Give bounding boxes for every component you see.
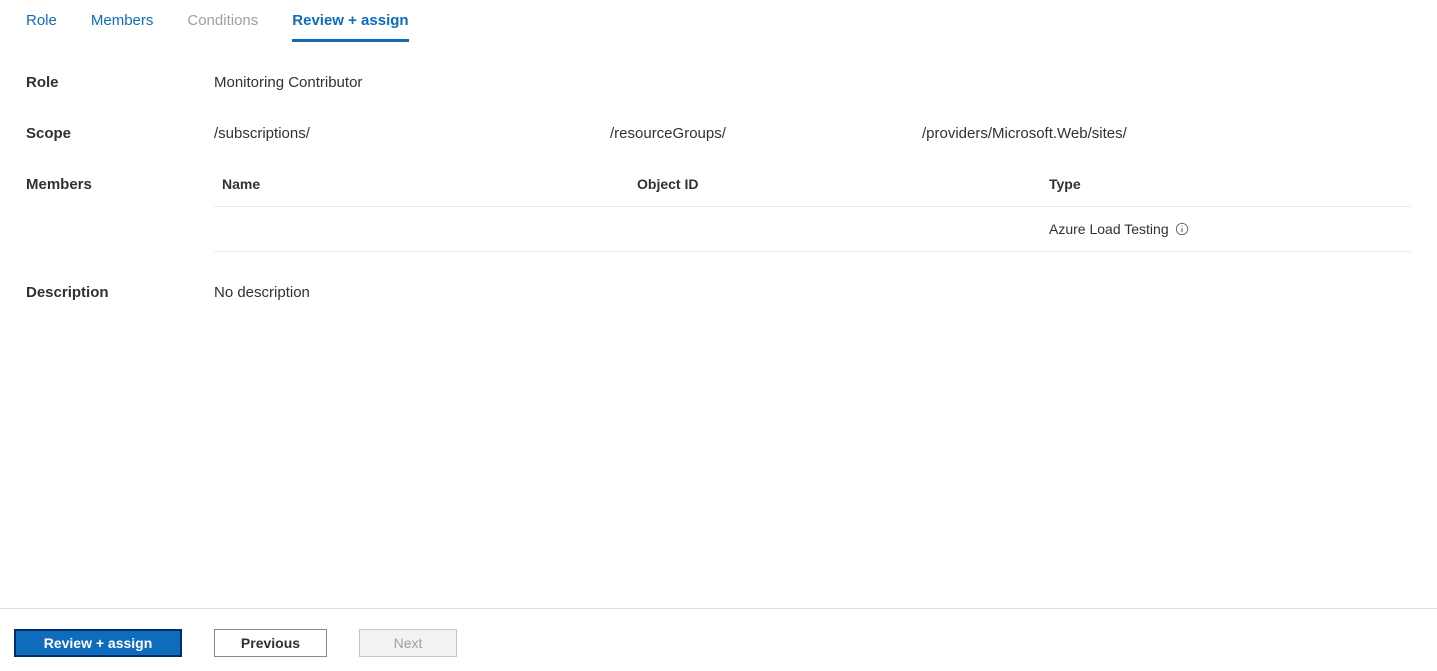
- members-col-type: Type: [1049, 176, 1081, 192]
- scope-field: Scope /subscriptions/ /resourceGroups/ /…: [26, 125, 1411, 142]
- members-col-name: Name: [222, 176, 637, 192]
- description-value: No description: [214, 284, 1411, 301]
- info-icon[interactable]: [1175, 222, 1189, 236]
- members-header: Name Object ID Type: [214, 176, 1411, 207]
- previous-button[interactable]: Previous: [214, 629, 327, 657]
- review-assign-button[interactable]: Review + assign: [14, 629, 182, 657]
- scope-resourcegroups: /resourceGroups/: [610, 125, 922, 142]
- member-objectid-cell: [637, 221, 1049, 237]
- scope-value: /subscriptions/ /resourceGroups/ /provid…: [214, 125, 1411, 142]
- scope-subscriptions: /subscriptions/: [214, 125, 610, 142]
- content-area: Role Monitoring Contributor Scope /subsc…: [0, 42, 1437, 301]
- member-type-cell: Azure Load Testing: [1049, 221, 1189, 237]
- scope-providers: /providers/Microsoft.Web/sites/: [922, 125, 1127, 142]
- description-label: Description: [26, 284, 214, 301]
- members-col-objectid: Object ID: [637, 176, 1049, 192]
- member-type-text: Azure Load Testing: [1049, 221, 1169, 237]
- tab-members[interactable]: Members: [91, 12, 154, 42]
- table-row: Azure Load Testing: [214, 207, 1411, 252]
- tab-conditions: Conditions: [187, 12, 258, 42]
- members-label: Members: [26, 176, 214, 252]
- member-name-cell: [222, 221, 637, 237]
- role-label: Role: [26, 74, 214, 91]
- tab-role[interactable]: Role: [26, 12, 57, 42]
- scope-label: Scope: [26, 125, 214, 142]
- members-table: Name Object ID Type Azure Load Testing: [214, 176, 1411, 252]
- next-button: Next: [359, 629, 457, 657]
- description-field: Description No description: [26, 284, 1411, 301]
- role-field: Role Monitoring Contributor: [26, 74, 1411, 91]
- tab-review-assign[interactable]: Review + assign: [292, 12, 408, 42]
- tab-bar: Role Members Conditions Review + assign: [0, 0, 1437, 42]
- footer-bar: Review + assign Previous Next: [0, 608, 1437, 671]
- role-value: Monitoring Contributor: [214, 74, 1411, 91]
- members-field: Members Name Object ID Type Azure Load T…: [26, 176, 1411, 252]
